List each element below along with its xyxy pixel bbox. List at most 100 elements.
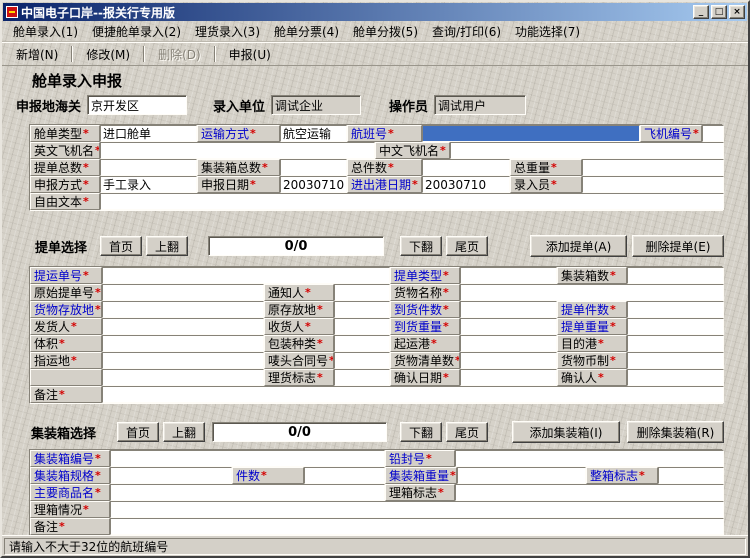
field-input[interactable] [334,301,390,318]
field-input[interactable] [110,518,724,535]
field-input[interactable]: 手工录入 [100,176,197,193]
close-icon[interactable]: × [729,5,745,19]
delete-bill-button[interactable]: 删除提单(E) [632,235,724,257]
field-input[interactable] [582,159,724,176]
menu-item-manifest-entry[interactable]: 舱单录入(1) [6,21,85,42]
field-label: 确认日期* [390,369,460,386]
field-input[interactable] [627,369,724,386]
field-input[interactable] [455,484,724,501]
field-input[interactable] [102,301,264,318]
new-button[interactable]: 新增(N) [6,43,68,66]
field-input[interactable] [102,318,264,335]
field-input[interactable]: 航空运输 [280,125,347,142]
menu-item-tally-entry[interactable]: 理货录入(3) [188,21,267,42]
bill-prev-button[interactable]: 上翻 [146,236,188,256]
field-input[interactable]: 进口舱单 [100,125,197,142]
field-input[interactable] [102,284,264,301]
title-bar[interactable]: 中国电子口岸--报关行专用版 _ □ × [3,3,747,21]
field-label: 唛头合同号* [264,352,334,369]
field-input[interactable] [110,467,232,484]
modify-button[interactable]: 修改(M) [76,43,140,66]
declare-customs-input[interactable]: 京开发区 [87,95,187,115]
table-row: 原始提单号*通知人*货物名称* [30,284,722,301]
field-input[interactable] [702,125,724,142]
field-input[interactable] [102,386,724,403]
field-input[interactable]: 20030710 [422,176,510,193]
field-input[interactable] [100,159,197,176]
delete-container-button[interactable]: 删除集装箱(R) [627,421,724,443]
field-input[interactable] [334,335,390,352]
menu-item-quick-manifest-entry[interactable]: 便捷舱单录入(2) [85,21,188,42]
field-input[interactable] [457,467,586,484]
container-first-button[interactable]: 首页 [117,422,159,442]
field-input[interactable] [460,301,557,318]
field-input[interactable] [627,301,724,318]
field-label: 发货人* [30,318,102,335]
field-input[interactable] [102,267,390,284]
container-next-button[interactable]: 下翻 [400,422,442,442]
menu-item-manifest-split[interactable]: 舱单分票(4) [267,21,346,42]
maximize-icon[interactable]: □ [711,5,727,19]
window-controls: _ □ × [693,5,745,19]
field-input[interactable] [100,142,375,159]
field-input[interactable] [627,352,724,369]
field-input[interactable] [658,467,724,484]
field-label: 体积* [30,335,102,352]
field-label: 指运地* [30,352,102,369]
container-last-button[interactable]: 尾页 [446,422,488,442]
field-input[interactable] [460,352,557,369]
field-label: 整箱标志* [586,467,658,484]
menu-item-query-print[interactable]: 查询/打印(6) [425,21,508,42]
field-input[interactable] [582,176,724,193]
field-input[interactable] [460,267,557,284]
field-input[interactable] [334,318,390,335]
field-input[interactable] [110,484,385,501]
minimize-icon[interactable]: _ [693,5,709,19]
field-input[interactable] [334,284,390,301]
add-container-button[interactable]: 添加集装箱(I) [512,421,620,443]
flight-no-input[interactable] [422,125,640,142]
field-input[interactable] [110,501,724,518]
field-input[interactable] [334,369,390,386]
field-input[interactable] [627,335,724,352]
bill-section-title: 提单选择 [35,237,92,256]
field-input[interactable] [627,318,724,335]
field-input[interactable] [460,284,724,301]
field-input[interactable] [102,369,264,386]
field-input[interactable] [110,450,385,467]
field-input[interactable] [460,335,557,352]
menu-item-function-select[interactable]: 功能选择(7) [508,21,587,42]
container-table: 集装箱编号*铅封号*集装箱规格*件数*集装箱重量*整箱标志*主要商品名*理箱标志… [29,449,723,535]
field-input[interactable] [102,352,264,369]
container-pagination: 集装箱选择 首页 上翻 0/0 下翻 尾页 添加集装箱(I) 删除集装箱(R) [29,421,723,443]
bill-counter: 0/0 [208,236,384,256]
menu-item-manifest-dispatch[interactable]: 舱单分拨(5) [346,21,425,42]
field-input[interactable] [334,352,390,369]
field-input[interactable] [100,193,724,210]
field-input[interactable] [450,142,724,159]
field-input[interactable] [102,335,264,352]
declare-customs-label: 申报地海关 [16,96,81,115]
add-bill-button[interactable]: 添加提单(A) [530,235,627,257]
field-input[interactable]: 20030710 [280,176,347,193]
field-label: 原存放地* [264,301,334,318]
field-input[interactable] [460,318,557,335]
field-label: 包装种类* [264,335,334,352]
field-input[interactable] [422,159,510,176]
bill-last-button[interactable]: 尾页 [446,236,488,256]
field-label: 舱单类型* [30,125,100,142]
field-input[interactable] [304,467,385,484]
field-label: 总件数* [347,159,422,176]
table-row: 舱单类型*进口舱单运输方式*航空运输航班号*飞机编号* [30,125,722,142]
field-input[interactable] [280,159,347,176]
field-input[interactable] [455,450,724,467]
declare-button[interactable]: 申报(U) [219,43,281,66]
menu-bar: 舱单录入(1) 便捷舱单录入(2) 理货录入(3) 舱单分票(4) 舱单分拨(5… [2,22,748,42]
bill-next-button[interactable]: 下翻 [400,236,442,256]
field-label: 备注* [30,386,102,403]
bill-first-button[interactable]: 首页 [100,236,142,256]
container-prev-button[interactable]: 上翻 [163,422,205,442]
field-input[interactable] [460,369,557,386]
field-input[interactable] [627,267,724,284]
table-row: 发货人*收货人*到货重量*提单重量* [30,318,722,335]
